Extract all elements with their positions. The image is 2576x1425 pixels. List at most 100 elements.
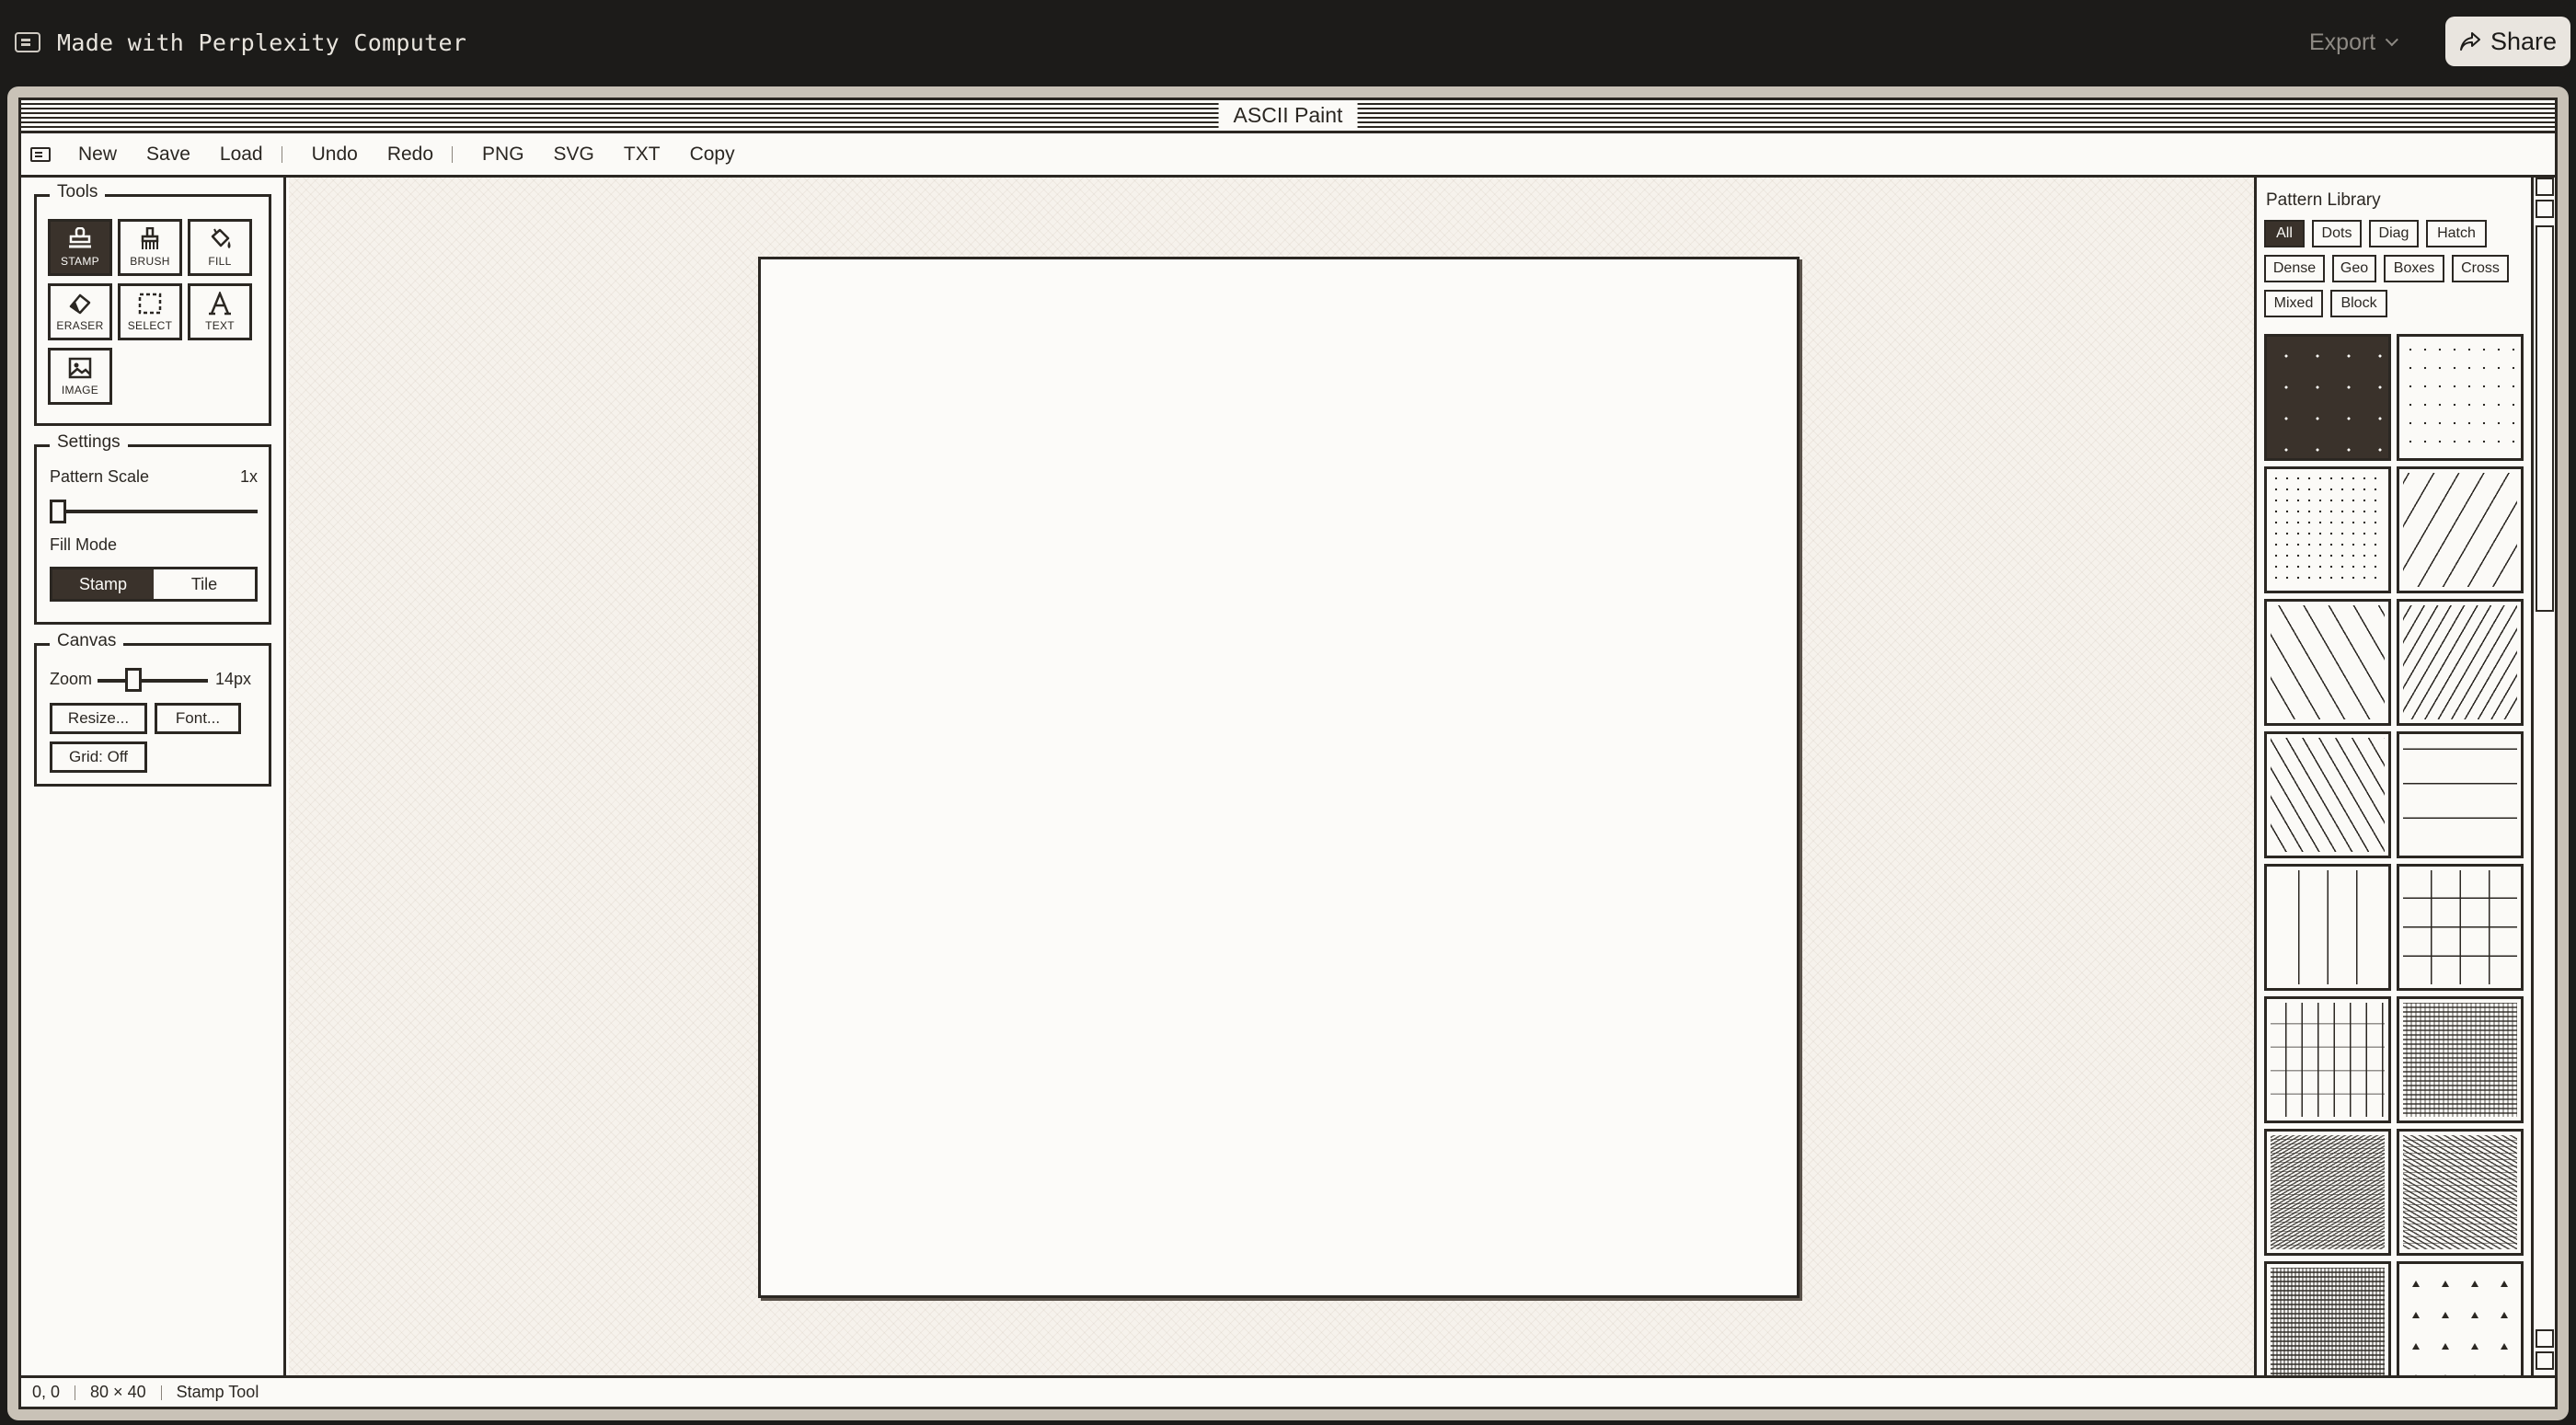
pattern-diagonal-back[interactable] bbox=[2264, 599, 2391, 726]
filter-diag[interactable]: Diag bbox=[2369, 220, 2419, 247]
resize-button[interactable]: Resize... bbox=[50, 703, 147, 734]
share-button[interactable]: Share bbox=[2445, 17, 2570, 66]
menu-undo[interactable]: Undo bbox=[312, 144, 358, 166]
triangle-pattern-preview bbox=[2412, 1281, 2508, 1375]
tool-select[interactable]: SELECT bbox=[118, 283, 182, 340]
scroll-up-button[interactable] bbox=[2536, 178, 2554, 196]
filter-dots[interactable]: Dots bbox=[2312, 220, 2362, 247]
pattern-grid[interactable] bbox=[2397, 864, 2524, 991]
pattern-preview bbox=[2271, 605, 2385, 719]
tool-brush[interactable]: BRUSH bbox=[118, 219, 182, 276]
status-bar: 0, 0 80 × 40 Stamp Tool bbox=[21, 1375, 2555, 1407]
fill-mode-stamp[interactable]: Stamp bbox=[52, 569, 154, 599]
scroll-down-page-button[interactable] bbox=[2536, 1329, 2554, 1348]
menu-copy[interactable]: Copy bbox=[690, 144, 735, 166]
menu-svg[interactable]: SVG bbox=[554, 144, 594, 166]
menu-save[interactable]: Save bbox=[146, 144, 190, 166]
pattern-preview bbox=[2403, 1135, 2517, 1249]
pattern-preview bbox=[2403, 605, 2517, 719]
pattern-diagonal-dense[interactable] bbox=[2397, 599, 2524, 726]
zoom-slider[interactable] bbox=[125, 668, 142, 692]
tool-eraser[interactable]: ERASER bbox=[48, 283, 112, 340]
pattern-horizontal-lines[interactable] bbox=[2397, 731, 2524, 858]
ascii-paint-app: ASCII Paint New Save Load Undo Redo PNG … bbox=[18, 98, 2558, 1409]
pattern-dense-dots[interactable] bbox=[2264, 466, 2391, 593]
tool-stamp-label: STAMP bbox=[61, 255, 99, 268]
menu-new[interactable]: New bbox=[78, 144, 117, 166]
fill-mode-label: Fill Mode bbox=[50, 535, 118, 554]
cursor-position: 0, 0 bbox=[32, 1383, 61, 1401]
pattern-preview bbox=[2403, 1003, 2517, 1117]
pattern-triangles[interactable] bbox=[2397, 1261, 2524, 1375]
canvas-workspace bbox=[289, 178, 2254, 1375]
fill-bucket-icon bbox=[211, 228, 231, 248]
pattern-preview bbox=[2271, 1268, 2385, 1375]
pattern-scale-value: 1x bbox=[239, 467, 258, 486]
pattern-preview bbox=[2271, 738, 2385, 852]
select-marquee-icon bbox=[138, 293, 162, 315]
tool-fill-label: FILL bbox=[208, 255, 232, 268]
share-icon bbox=[2459, 32, 2480, 51]
filter-hatch[interactable]: Hatch bbox=[2426, 220, 2487, 247]
fill-mode-tile[interactable]: Tile bbox=[154, 569, 255, 599]
fill-mode-toggle: Stamp Tile bbox=[50, 567, 258, 602]
library-scrollbar[interactable] bbox=[2531, 178, 2555, 1375]
filter-boxes[interactable]: Boxes bbox=[2384, 255, 2444, 282]
scroll-up-page-button[interactable] bbox=[2536, 200, 2554, 218]
settings-group: Settings Pattern Scale 1x Fill Mode Stam… bbox=[34, 432, 271, 625]
menu-separator bbox=[452, 145, 454, 163]
canvas-legend: Canvas bbox=[50, 631, 124, 651]
filter-block[interactable]: Block bbox=[2330, 290, 2387, 317]
menu-redo[interactable]: Redo bbox=[387, 144, 433, 166]
app-menu-icon[interactable] bbox=[30, 146, 51, 162]
host-bar: Made with Perplexity Computer Export Sha… bbox=[0, 0, 2576, 85]
pattern-diagonal-forward[interactable] bbox=[2397, 466, 2524, 593]
zoom-track[interactable] bbox=[98, 679, 208, 683]
tool-text[interactable]: TEXT bbox=[188, 283, 252, 340]
tools-legend: Tools bbox=[50, 182, 106, 202]
host-brand: Made with Perplexity Computer bbox=[15, 26, 466, 59]
pattern-preview bbox=[2403, 473, 2517, 587]
font-button[interactable]: Font... bbox=[155, 703, 241, 734]
grid-toggle-button[interactable]: Grid: Off bbox=[50, 741, 147, 773]
pattern-mixed-chars[interactable] bbox=[2264, 1261, 2391, 1375]
pattern-vertical-lines[interactable] bbox=[2264, 864, 2391, 991]
pattern-diagonal-back-dense[interactable] bbox=[2264, 731, 2391, 858]
pattern-preview bbox=[2271, 870, 2385, 984]
zoom-value: 14px bbox=[215, 670, 252, 688]
filter-mixed[interactable]: Mixed bbox=[2264, 290, 2323, 317]
tool-image[interactable]: IMAGE bbox=[48, 348, 112, 405]
drawing-canvas[interactable] bbox=[758, 257, 1800, 1298]
scroll-down-button[interactable] bbox=[2536, 1351, 2554, 1370]
pattern-library-panel: Pattern Library All Dots Diag Hatch Dens… bbox=[2254, 178, 2555, 1375]
menu-png[interactable]: PNG bbox=[482, 144, 524, 166]
filter-all[interactable]: All bbox=[2264, 220, 2305, 247]
pattern-wave-dense[interactable] bbox=[2264, 1129, 2391, 1256]
pattern-scale-slider[interactable] bbox=[50, 500, 66, 523]
pattern-sparse-dots[interactable] bbox=[2397, 334, 2524, 461]
pattern-sparse-dots-dark[interactable] bbox=[2264, 334, 2391, 461]
canvas-size: 80 × 40 bbox=[90, 1383, 146, 1401]
text-icon bbox=[209, 292, 231, 316]
tool-select-label: SELECT bbox=[127, 319, 173, 332]
pattern-diag-dense-block[interactable] bbox=[2397, 1129, 2524, 1256]
title-bar: ASCII Paint bbox=[21, 100, 2555, 133]
settings-legend: Settings bbox=[50, 432, 128, 453]
menu-txt[interactable]: TXT bbox=[624, 144, 661, 166]
menu-load[interactable]: Load bbox=[220, 144, 263, 166]
tool-fill[interactable]: FILL bbox=[188, 219, 252, 276]
menu-bar: New Save Load Undo Redo PNG SVG TXT Copy bbox=[21, 133, 2555, 178]
pattern-hash-fill[interactable] bbox=[2397, 996, 2524, 1123]
tool-image-label: IMAGE bbox=[61, 384, 99, 396]
filter-cross[interactable]: Cross bbox=[2452, 255, 2509, 282]
pattern-library-title: Pattern Library bbox=[2266, 190, 2381, 210]
filter-geo[interactable]: Geo bbox=[2332, 255, 2376, 282]
export-button[interactable]: Export bbox=[2309, 24, 2399, 61]
filter-dense[interactable]: Dense bbox=[2264, 255, 2325, 282]
app-window: ASCII Paint New Save Load Undo Redo PNG … bbox=[7, 86, 2569, 1420]
pattern-scale-track[interactable] bbox=[50, 510, 258, 513]
tool-stamp[interactable]: STAMP bbox=[48, 219, 112, 276]
pattern-cross-dashes[interactable] bbox=[2264, 996, 2391, 1123]
scrollbar-thumb[interactable] bbox=[2536, 225, 2554, 612]
pattern-preview bbox=[2271, 473, 2385, 587]
